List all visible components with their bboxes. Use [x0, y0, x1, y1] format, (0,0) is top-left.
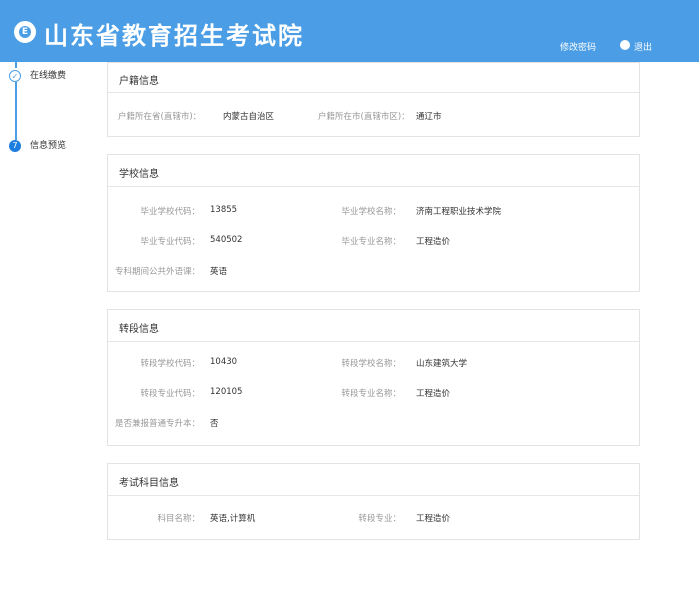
major-name-value: 工程造价 [416, 237, 451, 247]
city-label: 户籍所在市(直辖市区)： [318, 112, 410, 122]
site-title: 山东省教育招生考试院 [44, 21, 304, 50]
transfer-school-name-label: 转段学校名称： [341, 359, 401, 369]
transfer-major-label: 转段专业： [358, 514, 401, 524]
school-name-value: 济南工程职业技术学院 [416, 207, 502, 217]
transfer-school-code-label: 转段学校代码： [140, 359, 200, 369]
major-code-label: 毕业专业代码： [140, 237, 200, 247]
divider [108, 341, 639, 342]
province-label: 户籍所在省(直辖市)： [118, 112, 202, 122]
divider [108, 92, 639, 93]
transfer-school-name-value: 山东建筑大学 [416, 359, 468, 369]
transfer-major-name-label: 转段专业名称： [341, 389, 401, 399]
step-connector [15, 62, 17, 68]
language-value: 英语 [210, 267, 228, 277]
card-title: 户籍信息 [119, 76, 159, 87]
step-label: 信息预览 [30, 141, 67, 151]
divider [108, 186, 639, 187]
transfer-major-name-value: 工程造价 [416, 389, 451, 399]
also-apply-value: 否 [210, 419, 219, 429]
school-name-label: 毕业学校名称： [341, 207, 401, 217]
city-value: 通辽市 [416, 112, 442, 122]
subjects-label: 科目名称： [157, 514, 200, 524]
school-code-value: 13855 [210, 205, 238, 215]
school-card: 学校信息 毕业学校代码： 13855 毕业学校名称： 济南工程职业技术学院 毕业… [107, 154, 640, 292]
logout-link[interactable]: 退出 [634, 40, 652, 53]
divider [108, 495, 639, 496]
language-label: 专科期间公共外语课： [114, 267, 200, 277]
user-icon [620, 40, 630, 50]
step-list: ✓ 在线缴费 7 信息预览 [0, 62, 100, 182]
subjects-value: 英语,计算机 [210, 514, 256, 524]
card-title: 学校信息 [119, 169, 159, 180]
transfer-major-value: 工程造价 [416, 514, 451, 524]
school-code-label: 毕业学校代码： [140, 207, 200, 217]
province-value: 内蒙古自治区 [223, 112, 275, 122]
logo-emblem-icon: E [19, 26, 31, 38]
card-title: 考试科目信息 [119, 478, 179, 489]
step-info-preview[interactable]: 7 信息预览 [9, 140, 99, 156]
transfer-major-code-label: 转段专业代码： [140, 389, 200, 399]
step-number-badge: 7 [9, 140, 21, 152]
logo: E [14, 21, 36, 43]
exam-card: 考试科目信息 科目名称： 英语,计算机 转段专业： 工程造价 [107, 463, 640, 540]
household-card: 户籍信息 户籍所在省(直辖市)： 内蒙古自治区 户籍所在市(直辖市区)： 通辽市 [107, 62, 640, 137]
step-label: 在线缴费 [30, 71, 67, 81]
transfer-major-code-value: 120105 [210, 387, 243, 397]
major-code-value: 540502 [210, 235, 243, 245]
major-name-label: 毕业专业名称： [341, 237, 401, 247]
also-apply-label: 是否兼报普通专升本： [114, 419, 200, 429]
change-password-link[interactable]: 修改密码 [560, 40, 596, 53]
top-header: E 山东省教育招生考试院 修改密码 退出 [0, 0, 699, 62]
step-connector [15, 82, 17, 140]
check-icon: ✓ [9, 70, 21, 82]
card-title: 转段信息 [119, 324, 159, 335]
transfer-school-code-value: 10430 [210, 357, 238, 367]
step-online-payment[interactable]: ✓ 在线缴费 [9, 70, 99, 86]
transfer-card: 转段信息 转段学校代码： 10430 转段学校名称： 山东建筑大学 转段专业代码… [107, 309, 640, 446]
